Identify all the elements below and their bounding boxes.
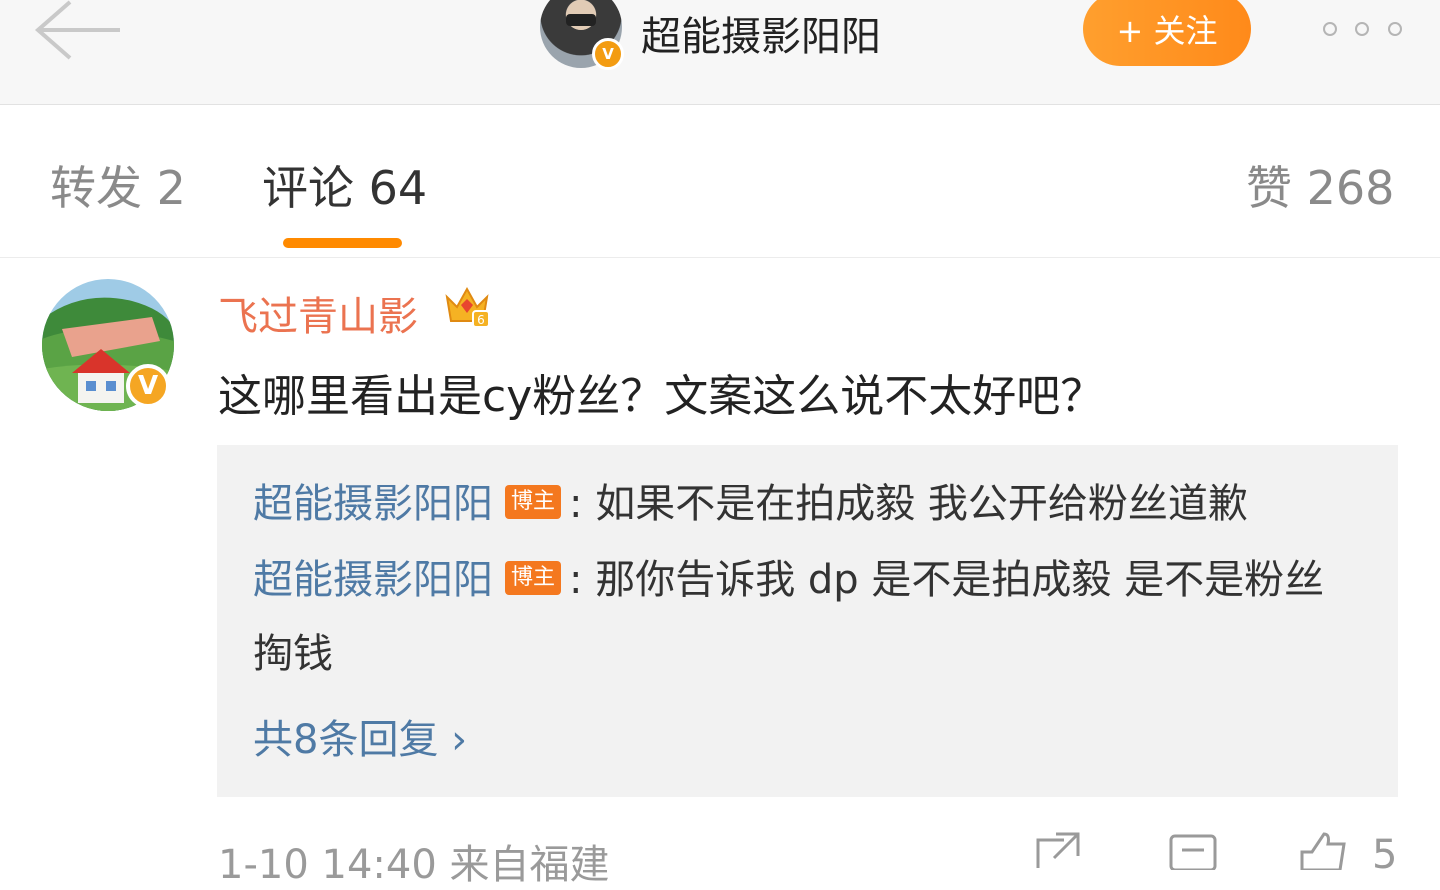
comment-text: 这哪里看出是cy粉丝？文案这么说不太好吧？ (218, 371, 1105, 422)
divider (0, 257, 1440, 258)
chevron-right-icon: › (451, 717, 468, 763)
top-bar: V 超能摄影阳阳 + 关注 (0, 0, 1440, 105)
crown-level-icon: 6 (443, 283, 491, 329)
tab-repost[interactable]: 转发 2 (50, 152, 186, 218)
reply-author[interactable]: 超能摄影阳阳 (253, 481, 493, 527)
share-icon[interactable] (1034, 830, 1084, 870)
active-tab-indicator (283, 238, 402, 248)
like-count: 5 (1372, 832, 1398, 878)
more-dots-icon[interactable] (1320, 18, 1410, 40)
like-icon[interactable] (1298, 830, 1348, 870)
reply-item[interactable]: 超能摄影阳阳 博主: 那你告诉我 dp 是不是拍成毅 是不是粉丝掏钱 (253, 543, 1363, 691)
reply-author[interactable]: 超能摄影阳阳 (253, 557, 493, 603)
blogger-tag: 博主 (505, 561, 562, 595)
tab-like[interactable]: 赞 268 (1246, 152, 1394, 218)
level-number: 6 (477, 313, 485, 327)
tab-comment[interactable]: 评论 64 (262, 152, 427, 218)
verified-badge-icon: V (592, 38, 624, 70)
comment-icon[interactable] (1168, 830, 1218, 870)
author-name[interactable]: 超能摄影阳阳 (641, 4, 881, 62)
reply-item[interactable]: 超能摄影阳阳 博主: 如果不是在拍成毅 我公开给粉丝道歉 (253, 467, 1363, 541)
blogger-tag: 博主 (505, 485, 562, 519)
more-replies-label: 共8条回复 (253, 717, 452, 763)
author-avatar[interactable]: V (540, 0, 624, 70)
verified-badge-icon: V (126, 364, 170, 408)
comment-meta: 1-10 14:40 来自福建 (218, 842, 610, 888)
back-arrow-icon[interactable] (30, 0, 126, 62)
reply-text: : 如果不是在拍成毅 我公开给粉丝道歉 (569, 481, 1248, 527)
follow-button[interactable]: + 关注 (1083, 0, 1251, 66)
replies-box[interactable]: 超能摄影阳阳 博主: 如果不是在拍成毅 我公开给粉丝道歉 超能摄影阳阳 博主: 那你… (217, 445, 1398, 797)
commenter-name[interactable]: 飞过青山影 (218, 284, 418, 342)
avatar-mask (566, 14, 596, 26)
view-more-replies-link[interactable]: 共8条回复 › (253, 707, 467, 765)
